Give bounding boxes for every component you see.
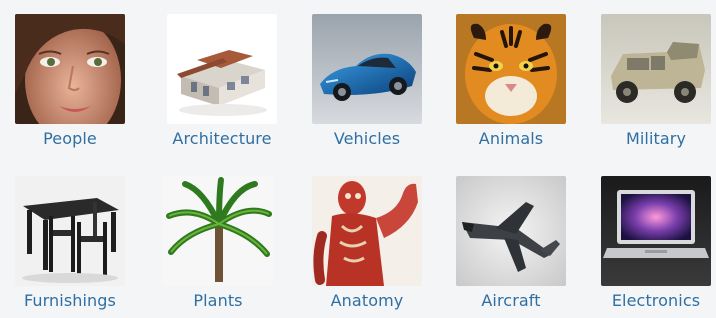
muscle-anatomy-icon xyxy=(312,176,422,286)
category-people[interactable]: People xyxy=(0,14,140,164)
category-plants[interactable]: Plants xyxy=(148,176,288,318)
category-anatomy[interactable]: Anatomy xyxy=(297,176,437,318)
table-chairs-icon xyxy=(15,176,125,286)
category-animals[interactable]: Animals xyxy=(441,14,581,164)
category-electronics[interactable]: Electronics xyxy=(586,176,716,318)
palm-tree-icon xyxy=(163,176,273,286)
category-label: Anatomy xyxy=(330,291,404,310)
category-label: Architecture xyxy=(172,129,272,148)
category-aircraft[interactable]: Aircraft xyxy=(441,176,581,318)
category-label: Plants xyxy=(193,291,243,310)
fighter-jet-icon xyxy=(456,176,566,286)
sports-car-icon xyxy=(312,14,422,124)
category-architecture[interactable]: Architecture xyxy=(152,14,292,164)
category-vehicles[interactable]: Vehicles xyxy=(297,14,437,164)
category-military[interactable]: Military xyxy=(586,14,716,164)
category-label: Military xyxy=(625,129,687,148)
category-furnishings[interactable]: Furnishings xyxy=(0,176,140,318)
category-label: Aircraft xyxy=(481,291,541,310)
category-label: Vehicles xyxy=(333,129,401,148)
category-grid: People Architecture Vehicles Animals Mil… xyxy=(0,0,716,318)
category-label: Furnishings xyxy=(23,291,116,310)
tiger-icon xyxy=(456,14,566,124)
person-face-icon xyxy=(15,14,125,124)
laptop-icon xyxy=(601,176,711,286)
category-label: People xyxy=(43,129,97,148)
humvee-icon xyxy=(601,14,711,124)
building-icon xyxy=(167,14,277,124)
category-label: Animals xyxy=(478,129,544,148)
category-label: Electronics xyxy=(611,291,701,310)
